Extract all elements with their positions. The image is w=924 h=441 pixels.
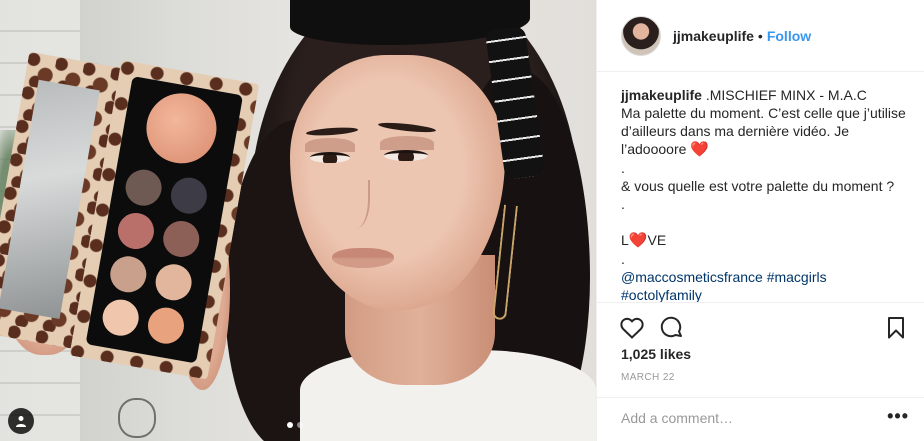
comment-bar: ••• xyxy=(597,397,924,441)
separator-dot: • xyxy=(757,27,763,44)
caption-text: Ma palette du moment. C’est celle que j’… xyxy=(621,105,906,157)
caption-question: & vous quelle est votre palette du momen… xyxy=(621,178,895,194)
heart-emoji: ❤️ xyxy=(690,141,709,158)
follow-button[interactable]: Follow xyxy=(767,28,811,44)
caption-dot: . xyxy=(621,196,625,212)
post-date: MARCH 22 xyxy=(621,372,675,383)
caption-username[interactable]: jjmakeuplife xyxy=(621,87,702,103)
hashtag-link[interactable]: #octolyfamily xyxy=(621,287,702,303)
comment-bubble-icon[interactable] xyxy=(659,315,685,341)
more-options-icon[interactable]: ••• xyxy=(887,406,909,427)
caption-dot: . xyxy=(621,251,625,267)
carousel-dot xyxy=(287,422,293,428)
eyeshadow-left xyxy=(305,138,355,152)
like-count[interactable]: 1,025 likes xyxy=(621,346,691,362)
hashtag-link[interactable]: @maccosmeticsfrance #macgirls xyxy=(621,269,827,285)
wrist-tattoo xyxy=(118,398,156,438)
heart-outline-icon[interactable] xyxy=(619,315,645,341)
post-caption: jjmakeuplife .MISCHIEF MINX - M.A.C Ma p… xyxy=(621,86,913,304)
caption-blank xyxy=(621,213,913,231)
username[interactable]: jjmakeuplife xyxy=(673,28,754,44)
avatar[interactable] xyxy=(621,15,661,56)
eye-right xyxy=(384,150,428,161)
caption-love-ve: VE xyxy=(647,232,667,248)
user-tag-icon[interactable] xyxy=(8,408,34,434)
post-side-panel: jjmakeuplife • Follow jjmakeuplife .MISC… xyxy=(596,0,924,441)
post-photo[interactable] xyxy=(0,0,596,441)
post-header: jjmakeuplife • Follow xyxy=(597,0,924,72)
caption-love-l: L xyxy=(621,232,629,248)
heart-emoji: ❤️ xyxy=(628,232,648,249)
post-actions xyxy=(597,302,924,347)
caption-dot: . xyxy=(621,160,625,176)
carousel-dot xyxy=(297,422,303,428)
lips xyxy=(332,248,394,268)
eye-left xyxy=(310,152,350,163)
carousel-indicator xyxy=(287,422,303,428)
caption-title: .MISCHIEF MINX - M.A.C xyxy=(705,87,867,103)
eyeshadow-right xyxy=(380,136,434,150)
comment-input[interactable] xyxy=(621,410,871,426)
bookmark-icon[interactable] xyxy=(883,315,909,341)
